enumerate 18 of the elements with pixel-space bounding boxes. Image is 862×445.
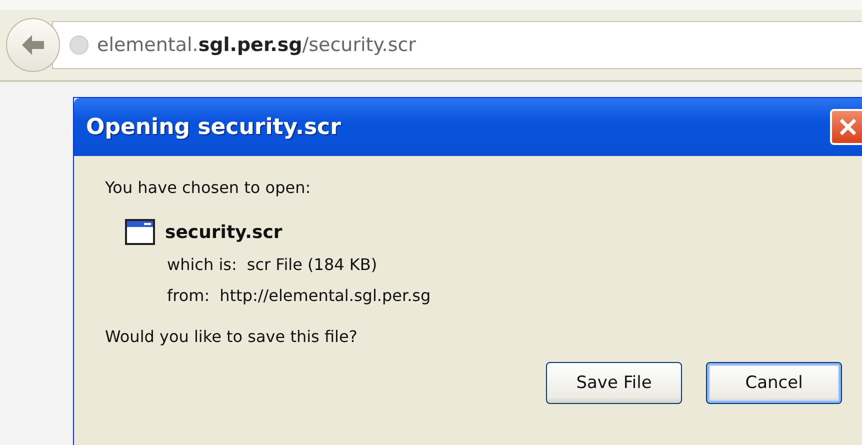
- detail-value: scr File (184 KB): [246, 255, 378, 274]
- window-icon: [125, 219, 155, 245]
- detail-value: http://elemental.sgl.per.sg: [220, 286, 431, 305]
- detail-label: which is:: [167, 255, 237, 274]
- back-arrow-icon: [20, 33, 46, 57]
- dialog-button[interactable]: Save File: [546, 362, 682, 404]
- url-text: elemental.sgl.per.sg/security.scr: [97, 34, 416, 56]
- address-bar[interactable]: elemental.sgl.per.sg/security.scr: [52, 21, 862, 69]
- dialog-title: Opening security.scr: [86, 114, 341, 140]
- close-button[interactable]: [830, 109, 862, 145]
- intro-text: You have chosen to open:: [105, 178, 312, 197]
- question-text: Would you like to save this file?: [105, 327, 358, 346]
- globe-icon: [69, 35, 89, 55]
- back-button[interactable]: [6, 18, 60, 72]
- close-icon: [838, 117, 858, 137]
- file-name: security.scr: [165, 222, 282, 242]
- dialog-button[interactable]: Cancel: [706, 362, 842, 404]
- detail-label: from:: [167, 286, 210, 305]
